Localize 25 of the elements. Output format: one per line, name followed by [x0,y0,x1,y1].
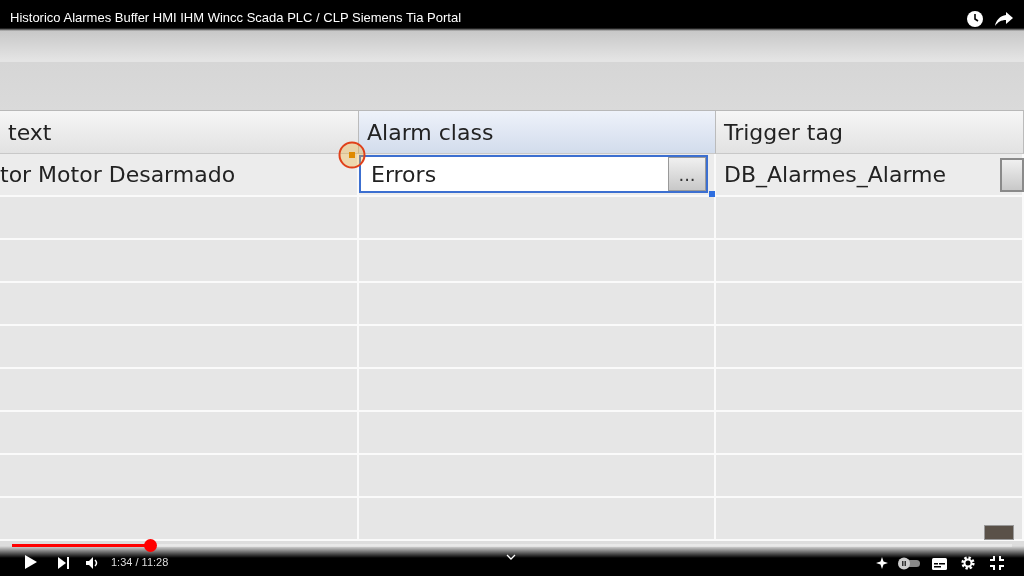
browse-button[interactable]: ... [668,157,706,191]
autoplay-toggle[interactable] [897,557,921,570]
video-title[interactable]: Historico Alarmes Buffer HMI IHM Wincc Scada PLC / CLP Siemens Tia Portal [10,10,462,25]
video-time: 1:34 / 11:28 [111,556,169,568]
cursor-highlight-icon [338,141,366,169]
sparkle-icon[interactable] [876,557,889,570]
clock-icon[interactable] [966,10,984,28]
browse-button[interactable] [1000,157,1024,192]
settings-icon[interactable] [961,556,975,570]
column-header[interactable]: Alarm class [359,111,716,154]
fill-handle[interactable] [709,191,715,197]
volume-icon[interactable] [85,556,100,570]
chevron-down-icon[interactable] [506,554,516,560]
column-header[interactable]: Trigger tag [716,111,1024,154]
trigger-tag-field[interactable]: DB_Alarmes_Alarme [716,154,1022,195]
table-cell: tor Motor Desarmado [0,162,236,187]
play-icon[interactable] [24,554,38,570]
progress-handle[interactable] [144,539,157,552]
exit-fullscreen-icon[interactable] [990,556,1004,570]
alarm-class-field[interactable]: Errors ... [359,155,708,193]
captions-icon[interactable] [932,558,947,570]
column-header[interactable]: text [0,111,359,154]
channel-logo-icon [984,525,1014,540]
share-icon[interactable] [994,10,1014,28]
next-icon[interactable] [57,556,70,570]
